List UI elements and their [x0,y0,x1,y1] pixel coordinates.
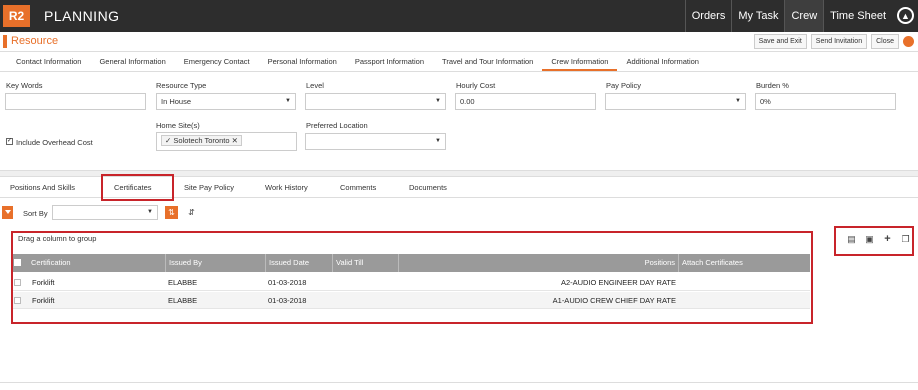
grid-highlight [11,231,813,324]
top-nav: Orders My Task Crew Time Sheet [684,0,892,32]
scroll-up-icon[interactable]: ▲ [897,7,914,24]
chevron-down-icon: ▼ [285,98,291,104]
tab-site-pay-policy[interactable]: Site Pay Policy [184,178,234,198]
remove-tag-icon[interactable]: ✕ [230,136,238,145]
tab-documents[interactable]: Documents [409,178,447,198]
hourly-cost-input[interactable]: 0.00 [455,93,596,110]
level-select[interactable]: ▼ [305,93,446,110]
home-sites-input[interactable]: ✓ Solotech Toronto ✕ [156,132,297,151]
resource-type-label: Resource Type [156,81,207,90]
tab-positions-and-skills[interactable]: Positions And Skills [10,178,75,198]
filter-icon[interactable] [2,206,13,219]
keywords-input[interactable] [5,93,146,110]
preferred-location-label: Preferred Location [306,121,368,130]
collapse-icon[interactable] [903,36,914,47]
tab-passport-information[interactable]: Passport Information [346,52,433,71]
sort-ascending-icon[interactable]: ⇅ [165,206,178,219]
sort-by-label: Sort By [23,209,48,218]
app-logo: R2 [3,5,30,27]
top-bar: R2 PLANNING Orders My Task Crew Time She… [0,0,918,32]
resource-type-value: In House [161,97,192,106]
nav-time-sheet[interactable]: Time Sheet [823,0,892,32]
level-label: Level [306,81,324,90]
tab-crew-information[interactable]: Crew Information [542,52,618,71]
main-tabs: Contact Information General Information … [0,52,918,72]
save-and-exit-button[interactable]: Save and Exit [753,34,807,49]
chevron-down-icon: ▼ [435,138,441,144]
tab-comments[interactable]: Comments [340,178,376,198]
home-site-tag-label: Solotech Toronto [173,136,230,145]
nav-orders[interactable]: Orders [684,0,732,32]
preferred-location-select[interactable]: ▼ [305,133,446,150]
page-title: Resource [11,35,59,47]
include-overhead-checkbox[interactable]: ✓ [6,138,13,145]
tab-personal-information[interactable]: Personal Information [259,52,346,71]
resource-header: Resource Save and Exit Send Invitation C… [0,32,918,52]
tab-emergency-contact[interactable]: Emergency Contact [175,52,259,71]
resource-marker [3,35,7,48]
tab-general-information[interactable]: General Information [90,52,174,71]
nav-my-task[interactable]: My Task [731,0,784,32]
burden-label: Burden % [756,81,789,90]
sort-by-select[interactable]: ▼ [52,205,158,220]
send-invitation-button[interactable]: Send Invitation [810,34,868,49]
pay-policy-select[interactable]: ▼ [605,93,746,110]
pay-policy-label: Pay Policy [606,81,642,90]
burden-input[interactable]: 0% [755,93,896,110]
resource-type-select[interactable]: In House ▼ [156,93,296,110]
chevron-down-icon: ▼ [735,98,741,104]
home-site-tag: ✓ Solotech Toronto ✕ [161,135,242,146]
tab-contact-information[interactable]: Contact Information [0,52,90,71]
app-title: PLANNING [44,8,120,24]
add-icon[interactable]: + [881,233,894,246]
nav-crew[interactable]: Crew [784,0,824,32]
close-button[interactable]: Close [871,34,899,49]
resource-actions: Save and Exit Send Invitation Close [753,34,914,49]
chevron-down-icon: ▼ [435,98,441,104]
sort-alpha-icon[interactable]: ⇵ [185,206,198,219]
tab-travel-and-tour-information[interactable]: Travel and Tour Information [433,52,542,71]
include-overhead-label: Include Overhead Cost [16,138,93,147]
horizontal-scrollbar[interactable] [0,382,918,390]
home-sites-label: Home Site(s) [156,121,200,130]
hourly-cost-label: Hourly Cost [456,81,496,90]
chevron-down-icon: ▼ [147,209,153,215]
export-icon[interactable]: ▤ [845,233,858,246]
tab-work-history[interactable]: Work History [265,178,308,198]
copy-icon[interactable]: ❐ [899,233,912,246]
tab-additional-information[interactable]: Additional Information [617,52,708,71]
certificates-tab-highlight [101,174,174,201]
keywords-label: Key Words [6,81,43,90]
save-icon[interactable]: ▣ [863,233,876,246]
